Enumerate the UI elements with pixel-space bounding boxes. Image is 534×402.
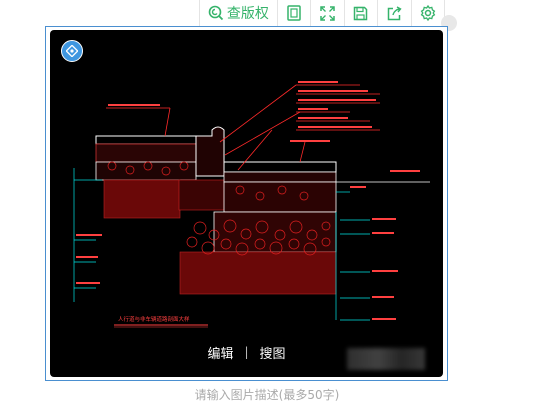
image-mode-icon [66,45,78,57]
edit-image-button[interactable]: 编辑 [207,343,233,362]
search-image-button[interactable]: 搜图 [260,343,286,362]
image-overlay-actions: 编辑 | 搜图 [50,341,443,363]
fullscreen-button[interactable] [311,0,345,26]
cad-section-drawing: 人行道与非车辆道路剖面大样 [73,81,430,328]
settings-icon [420,5,436,21]
selected-image-frame[interactable]: 人行道与非车辆道路剖面大样 编辑 | 搜图 [45,26,448,381]
check-copyright-label: 查版权 [226,6,269,22]
settings-button[interactable] [412,0,444,26]
fit-frame-icon [287,5,301,21]
action-separator: | [244,345,249,359]
image-toolbar: 查版权 [199,0,445,27]
fullscreen-icon [320,5,335,21]
save-icon [354,6,368,20]
fit-frame-button[interactable] [278,0,312,26]
cad-drawing-image: 人行道与非车辆道路剖面大样 编辑 | 搜图 [50,30,443,377]
save-button[interactable] [345,0,379,26]
check-copyright-button[interactable]: 查版权 [200,0,278,26]
drawing-title: 人行道与非车辆道路剖面大样 [118,315,190,323]
check-copyright-icon [208,5,223,21]
image-badge[interactable] [61,40,83,62]
share-button[interactable] [378,0,412,26]
share-icon [387,5,402,20]
